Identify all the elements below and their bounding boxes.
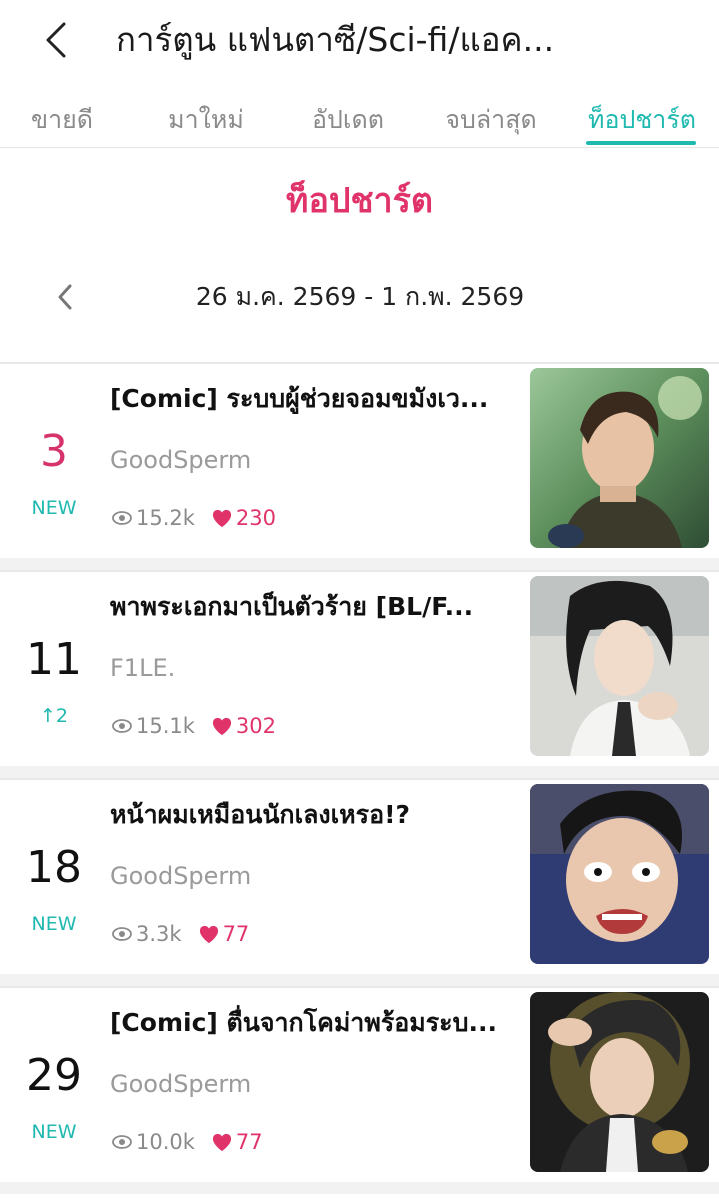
divider	[0, 766, 719, 778]
rank-number: 11	[26, 634, 82, 685]
rank-change-label: NEW	[31, 913, 77, 935]
back-button[interactable]	[36, 18, 80, 62]
cover-image[interactable]	[530, 368, 709, 548]
like-count: 77	[235, 1130, 263, 1154]
list-item[interactable]: 29 NEW [Comic] ตื่นจากโคม่าพร้อมระบ... G…	[0, 986, 719, 1182]
item-author: F1LE.	[110, 654, 176, 682]
divider	[0, 1182, 719, 1194]
date-range-selector: 26 ม.ค. 2569 - 1 ก.พ. 2569	[0, 270, 719, 324]
top-bar: การ์ตูน แฟนตาซี/Sci-fi/แอค...	[0, 0, 719, 84]
item-stats: 15.1k 302	[112, 710, 276, 742]
eye-icon	[112, 719, 132, 733]
tab-best-selling[interactable]: ขายดี	[22, 100, 102, 140]
list-item[interactable]: 3 NEW [Comic] ระบบผู้ช่วยจอมขมังเว... Go…	[0, 362, 719, 558]
cover-illustration	[530, 784, 709, 964]
chevron-left-icon	[46, 22, 66, 58]
item-stats: 3.3k 77	[112, 918, 249, 950]
cover-illustration	[530, 368, 709, 548]
item-title: หน้าผมเหมือนนักเลงเหรอ!?	[110, 800, 411, 829]
rank-number: 18	[26, 842, 82, 893]
rank-number: 3	[40, 426, 68, 477]
like-count: 230	[235, 506, 277, 530]
list-item[interactable]: 18 NEW หน้าผมเหมือนนักเลงเหรอ!? GoodSper…	[0, 778, 719, 974]
view-count: 10.0k	[136, 1130, 195, 1154]
tab-recently-completed[interactable]: จบล่าสุด	[436, 100, 546, 140]
view-count: 15.2k	[136, 506, 195, 530]
cover-illustration	[530, 576, 709, 756]
category-tabs: ขายดี มาใหม่ อัปเดต จบล่าสุด ท็อปชาร์ต	[0, 96, 719, 148]
chevron-left-icon	[58, 284, 72, 310]
rank-change-badge: NEW	[0, 1118, 108, 1146]
eye-icon	[112, 511, 132, 525]
cover-image[interactable]	[530, 576, 709, 756]
like-count: 302	[235, 714, 277, 738]
tab-top-chart[interactable]: ท็อปชาร์ต	[582, 100, 702, 140]
view-count: 15.1k	[136, 714, 195, 738]
like-count: 77	[222, 922, 250, 946]
previous-week-button[interactable]	[50, 278, 80, 316]
heart-icon	[212, 717, 232, 736]
active-tab-indicator	[586, 141, 696, 145]
heart-icon	[212, 1133, 232, 1152]
cover-illustration	[530, 992, 709, 1172]
list-item[interactable]: 11 ↑2 พาพระเอกมาเป็นตัวร้าย [BL/F... F1L…	[0, 570, 719, 766]
divider	[0, 974, 719, 986]
date-range-label: 26 ม.ค. 2569 - 1 ก.พ. 2569	[195, 282, 525, 311]
item-author: GoodSperm	[110, 446, 252, 474]
eye-icon	[112, 1135, 132, 1149]
cover-image[interactable]	[530, 992, 709, 1172]
item-title: [Comic] ตื่นจากโคม่าพร้อมระบ...	[110, 1008, 497, 1037]
divider	[0, 558, 719, 570]
item-stats: 15.2k 230	[112, 502, 276, 534]
item-author: GoodSperm	[110, 1070, 252, 1098]
item-title: พาพระเอกมาเป็นตัวร้าย [BL/F...	[110, 592, 474, 621]
view-count: 3.3k	[136, 922, 182, 946]
item-title: [Comic] ระบบผู้ช่วยจอมขมังเว...	[110, 384, 489, 413]
arrow-up-icon: ↑	[39, 705, 56, 727]
item-author: GoodSperm	[110, 862, 252, 890]
item-stats: 10.0k 77	[112, 1126, 263, 1158]
cover-image[interactable]	[530, 784, 709, 964]
chart-heading: ท็อปชาร์ต	[286, 181, 433, 221]
heart-icon	[212, 509, 232, 528]
page-title: การ์ตูน แฟนตาซี/Sci-fi/แอค...	[116, 20, 555, 59]
rank-number: 29	[26, 1050, 82, 1101]
rank-change-label: 2	[55, 705, 68, 727]
rank-change-label: NEW	[31, 1121, 77, 1143]
rank-change-badge: NEW	[0, 494, 108, 522]
rank-change-badge: ↑2	[0, 702, 108, 730]
heart-icon	[199, 925, 218, 944]
tab-updated[interactable]: อัปเดต	[300, 100, 396, 140]
tab-new[interactable]: มาใหม่	[158, 100, 254, 140]
rank-change-label: NEW	[31, 497, 77, 519]
eye-icon	[112, 927, 132, 941]
rank-change-badge: NEW	[0, 910, 108, 938]
